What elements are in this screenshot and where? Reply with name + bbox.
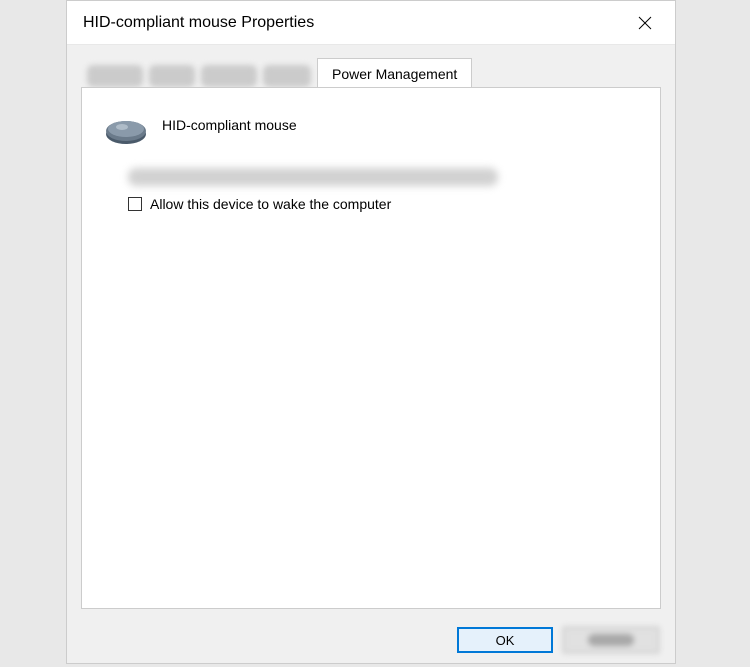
checkbox-wake-computer[interactable]: Allow this device to wake the computer (128, 196, 638, 212)
properties-dialog: HID-compliant mouse Properties Power Man… (66, 0, 676, 664)
tab-blurred[interactable] (149, 65, 195, 87)
button-blurred[interactable] (563, 627, 659, 653)
mouse-icon (104, 116, 148, 146)
device-header: HID-compliant mouse (104, 110, 638, 140)
ok-button[interactable]: OK (457, 627, 553, 653)
button-label: OK (496, 633, 515, 648)
tab-power-management[interactable]: Power Management (317, 58, 472, 88)
device-name: HID-compliant mouse (162, 117, 297, 133)
option-blurred (128, 168, 498, 186)
tab-strip: Power Management (81, 57, 661, 87)
close-icon (638, 16, 652, 30)
tab-blurred[interactable] (87, 65, 143, 87)
tab-blurred[interactable] (201, 65, 257, 87)
client-area: Power Management HID-compliant mouse All… (67, 45, 675, 617)
close-button[interactable] (629, 7, 661, 39)
tab-label: Power Management (332, 66, 457, 82)
tab-blurred[interactable] (263, 65, 311, 87)
checkbox-box[interactable] (128, 197, 142, 211)
checkbox-label: Allow this device to wake the computer (150, 196, 391, 212)
dialog-title: HID-compliant mouse Properties (83, 14, 314, 32)
titlebar: HID-compliant mouse Properties (67, 1, 675, 45)
dialog-button-row: OK (67, 617, 675, 663)
tab-panel-power-management: HID-compliant mouse Allow this device to… (81, 87, 661, 609)
